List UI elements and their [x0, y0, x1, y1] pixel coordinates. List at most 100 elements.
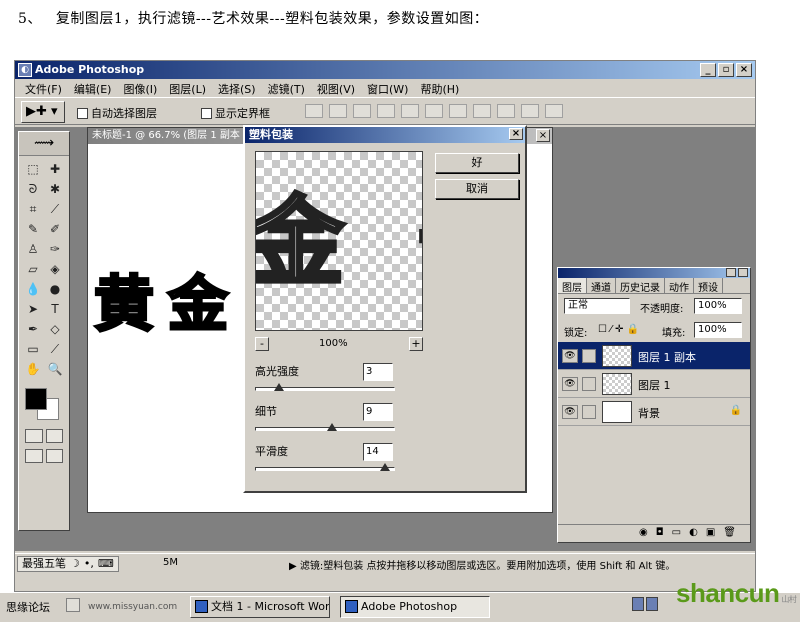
- new-layer-icon[interactable]: ▣: [706, 527, 715, 542]
- auto-select-box[interactable]: [77, 107, 88, 119]
- link-icon[interactable]: [582, 377, 596, 391]
- eraser-tool-icon[interactable]: ▱: [23, 260, 43, 278]
- align-center-icon[interactable]: [401, 104, 419, 118]
- opacity-input[interactable]: 100%: [694, 298, 742, 314]
- pen-tool-icon[interactable]: ✒: [23, 320, 43, 338]
- restore-button[interactable]: ▫: [718, 63, 734, 77]
- taskbar-word-button[interactable]: 文档 1 - Microsoft Word: [190, 596, 330, 618]
- align-right-icon[interactable]: [425, 104, 443, 118]
- magic-wand-icon[interactable]: ✱: [45, 180, 65, 198]
- show-bounds-checkbox[interactable]: 显示定界框: [201, 105, 270, 121]
- smoothness-track[interactable]: [255, 467, 395, 471]
- align-left-icon[interactable]: [377, 104, 395, 118]
- adjustment-layer-icon[interactable]: ◐: [689, 527, 698, 542]
- healing-brush-icon[interactable]: ✎: [23, 220, 43, 238]
- menu-select[interactable]: 选择(S): [212, 79, 262, 97]
- taskbar-photoshop-button[interactable]: Adobe Photoshop: [340, 596, 490, 618]
- brush-tool-icon[interactable]: ✐: [45, 220, 65, 238]
- menu-help[interactable]: 帮助(H): [414, 79, 465, 97]
- align-top-icon[interactable]: [305, 104, 323, 118]
- ok-button[interactable]: 好: [435, 153, 519, 173]
- brush-link-icon[interactable]: [582, 349, 596, 363]
- standard-mode-icon[interactable]: [25, 429, 43, 443]
- distribute-top-icon[interactable]: [449, 104, 467, 118]
- ime-keyboard-icon[interactable]: ⌨: [98, 557, 114, 571]
- tab-actions[interactable]: 动作: [665, 278, 694, 294]
- ime-punct-icon[interactable]: •,: [84, 557, 94, 571]
- blur-tool-icon[interactable]: 💧: [23, 280, 43, 298]
- menu-view[interactable]: 视图(V): [311, 79, 361, 97]
- screen-mode-full-menu-icon[interactable]: [45, 449, 63, 463]
- eye-icon[interactable]: 👁: [562, 405, 578, 419]
- detail-track[interactable]: [255, 427, 395, 431]
- tray-icon[interactable]: [646, 597, 658, 611]
- ime-indicator[interactable]: 最强五笔 ☽ •, ⌨: [17, 556, 119, 572]
- highlight-strength-input[interactable]: 3: [363, 363, 393, 381]
- quick-launch-icon[interactable]: [66, 598, 80, 612]
- filter-preview[interactable]: 金 于: [255, 151, 423, 331]
- type-tool-icon[interactable]: T: [45, 300, 65, 318]
- menu-edit[interactable]: 编辑(E): [68, 79, 118, 97]
- shape-tool-icon[interactable]: ◇: [45, 320, 65, 338]
- menu-filter[interactable]: 滤镜(T): [262, 79, 311, 97]
- tab-history[interactable]: 历史记录: [616, 278, 665, 294]
- highlight-strength-slider[interactable]: [273, 383, 284, 391]
- align-bottom-icon[interactable]: [353, 104, 371, 118]
- history-brush-icon[interactable]: ✑: [45, 240, 65, 258]
- minimize-button[interactable]: _: [700, 63, 716, 77]
- smoothness-slider[interactable]: [380, 463, 391, 471]
- new-set-icon[interactable]: ▭: [672, 527, 681, 542]
- layer-style-icon[interactable]: ◉: [639, 527, 648, 542]
- move-tool-icon[interactable]: ✚: [45, 160, 65, 178]
- eye-icon[interactable]: 👁: [562, 349, 578, 363]
- menu-image[interactable]: 图像(I): [117, 79, 163, 97]
- align-middle-icon[interactable]: [329, 104, 347, 118]
- zoom-tool-icon[interactable]: 🔍: [45, 360, 65, 378]
- screen-mode-standard-icon[interactable]: [25, 449, 43, 463]
- hand-tool-icon[interactable]: ✋: [23, 360, 43, 378]
- layer-row[interactable]: 👁 背景 🔒: [558, 398, 750, 426]
- mask-icon[interactable]: ◘: [656, 527, 664, 542]
- notes-tool-icon[interactable]: ▭: [23, 340, 43, 358]
- zoom-in-button[interactable]: +: [409, 337, 423, 351]
- distribute-middle-icon[interactable]: [473, 104, 491, 118]
- tool-preset-picker[interactable]: ▶✚ ▾: [21, 101, 65, 123]
- crop-tool-icon[interactable]: ⌗: [23, 200, 43, 218]
- cancel-button[interactable]: 取消: [435, 179, 519, 199]
- panel-close-icon[interactable]: [738, 268, 748, 277]
- ime-moon-icon[interactable]: ☽: [70, 557, 80, 571]
- slice-tool-icon[interactable]: ⟋: [45, 200, 65, 218]
- marquee-tool-icon[interactable]: ⬚: [23, 160, 43, 178]
- dodge-tool-icon[interactable]: ●: [45, 280, 65, 298]
- distribute-right-icon[interactable]: [545, 104, 563, 118]
- auto-select-checkbox[interactable]: 自动选择图层: [77, 105, 157, 121]
- quickmask-mode-icon[interactable]: [45, 429, 63, 443]
- layer-row[interactable]: 👁 图层 1 副本: [558, 342, 750, 370]
- document-close-button[interactable]: ×: [536, 129, 550, 142]
- menu-layer[interactable]: 图层(L): [163, 79, 212, 97]
- paint-bucket-icon[interactable]: ◈: [45, 260, 65, 278]
- blend-mode-select[interactable]: 正常: [564, 298, 630, 314]
- detail-slider[interactable]: [327, 423, 337, 431]
- link-icon[interactable]: [582, 405, 596, 419]
- lock-icons[interactable]: ☐ ⁄ ✛ 🔒: [598, 324, 639, 335]
- foreground-color[interactable]: [25, 388, 47, 410]
- show-bounds-box[interactable]: [201, 107, 212, 119]
- clone-stamp-icon[interactable]: ♙: [23, 240, 43, 258]
- distribute-bottom-icon[interactable]: [497, 104, 515, 118]
- zoom-out-button[interactable]: -: [255, 337, 269, 351]
- tab-layers[interactable]: 图层: [558, 278, 587, 294]
- menu-file[interactable]: 文件(F): [19, 79, 68, 97]
- layer-row[interactable]: 👁 图层 1: [558, 370, 750, 398]
- close-button[interactable]: ×: [736, 63, 752, 77]
- distribute-left-icon[interactable]: [521, 104, 539, 118]
- dialog-close-button[interactable]: ×: [509, 128, 523, 140]
- menu-window[interactable]: 窗口(W): [361, 79, 414, 97]
- fill-input[interactable]: 100%: [694, 322, 742, 338]
- panel-minimize-icon[interactable]: [726, 268, 736, 277]
- tab-presets[interactable]: 预设: [694, 278, 723, 294]
- tab-channels[interactable]: 通道: [587, 278, 616, 294]
- eyedropper-icon[interactable]: ⟋: [45, 340, 65, 358]
- trash-icon[interactable]: 🗑: [723, 527, 736, 542]
- tray-icon[interactable]: [632, 597, 644, 611]
